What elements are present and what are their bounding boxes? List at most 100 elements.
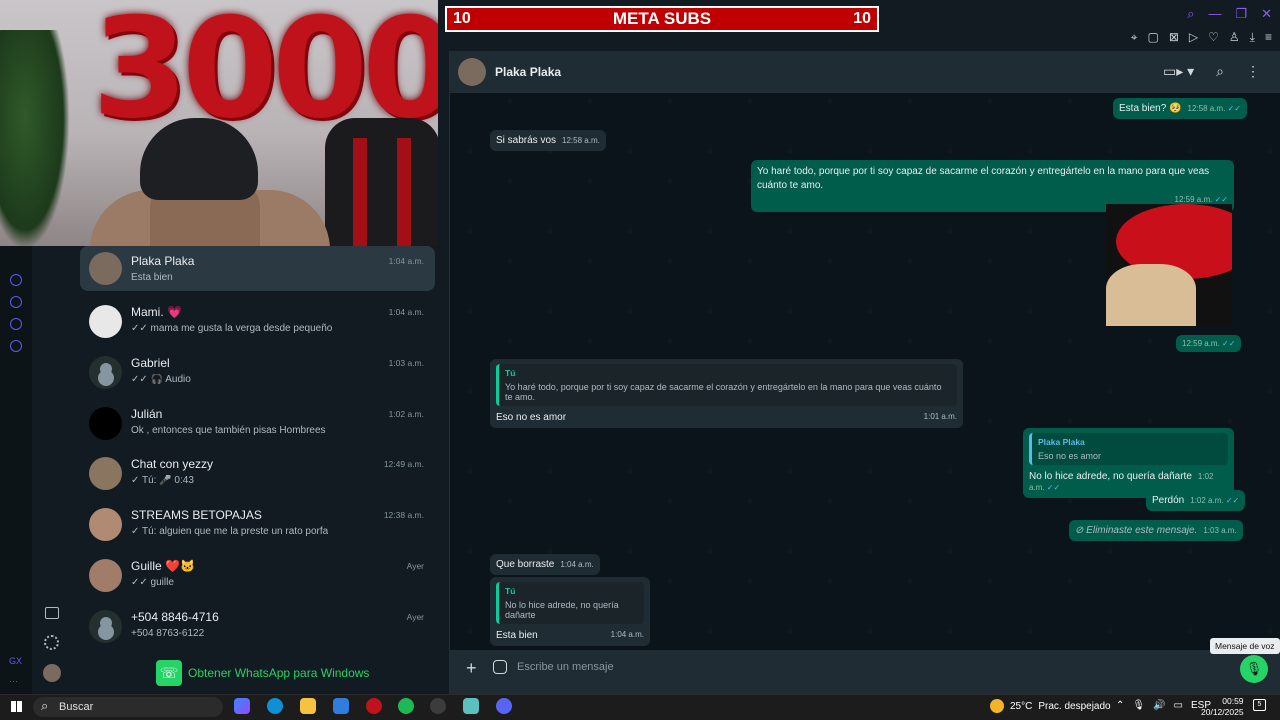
message-incoming[interactable]: Si sabrás vos 12:58 a.m. <box>490 130 606 151</box>
discord-icon[interactable] <box>496 698 512 714</box>
history-icon[interactable] <box>10 296 22 308</box>
avatar <box>89 406 122 440</box>
chat-last-message: ✓✓ 🎧 Audio <box>131 373 191 385</box>
screen: 3000 10 META SUBS 10 ⌕ — ❐ ✕ ⌖ ▢ ⊠ ▷ ♡ ♙… <box>0 0 1280 720</box>
message-time: 1:02 a.m. <box>1190 496 1224 505</box>
read-ticks-icon: ✓✓ <box>1227 104 1241 113</box>
store-icon[interactable] <box>333 698 349 714</box>
chat-name: Guille ❤️🐱 <box>131 558 195 573</box>
banner-title: META SUBS <box>612 9 712 28</box>
quote-text: Eso no es amor <box>1038 451 1102 461</box>
chat-time: 1:03 a.m. <box>388 357 424 368</box>
microphone-icon[interactable]: 🎙 <box>1240 655 1268 683</box>
media-icon[interactable] <box>45 607 59 619</box>
heart-icon[interactable]: ♡ <box>1208 30 1219 45</box>
volume-icon[interactable]: 🔊 <box>1153 700 1165 711</box>
quoted-message[interactable]: Tú Yo haré todo, porque por ti soy capaz… <box>496 364 957 406</box>
sticker-image[interactable] <box>1106 204 1232 326</box>
network-icon[interactable]: ▭ <box>1174 700 1183 711</box>
message-time: 1:04 a.m. <box>610 630 644 639</box>
message-outgoing[interactable]: Esta bien? 🥺 12:58 a.m. ✓✓ <box>1113 98 1247 119</box>
chat-time: 12:49 a.m. <box>383 459 424 470</box>
windows-start-icon[interactable] <box>11 701 22 712</box>
close-icon[interactable]: ✕ <box>1261 6 1272 22</box>
message-input[interactable]: Escribe un mensaje <box>517 661 614 673</box>
chat-name: Julián <box>131 406 163 421</box>
chat-item-phone[interactable]: +504 8846-4716 Ayer +504 8763-6122 <box>80 602 435 653</box>
messenger-icon[interactable] <box>10 318 22 330</box>
minimize-icon[interactable]: — <box>1208 6 1221 22</box>
settings-gear-icon[interactable] <box>44 635 59 650</box>
message-incoming-reply[interactable]: Tú No lo hice adrede, no quería dañarte … <box>490 577 650 646</box>
message-text: Esta bien? 🥺 <box>1119 103 1182 114</box>
taskbar-search[interactable]: Buscar <box>33 696 223 717</box>
edge-icon[interactable] <box>267 698 283 714</box>
header-actions: ▭▸ ▾ ⌕ ⋮ <box>1163 63 1260 80</box>
quoted-message[interactable]: Tú No lo hice adrede, no quería dañarte <box>496 582 644 624</box>
more-icon[interactable]: ··· <box>9 676 18 686</box>
message-outgoing-reply[interactable]: Plaka Plaka Eso no es amor No lo hice ad… <box>1023 428 1234 498</box>
chat-item-julian[interactable]: Julián 1:02 a.m. Ok , entonces que tambi… <box>80 399 435 450</box>
weather-widget[interactable]: 25°C Prac. despejado <box>990 699 1111 713</box>
quote-author: Plaka Plaka <box>1038 437 1085 447</box>
copilot-icon[interactable] <box>234 698 250 714</box>
profile-avatar[interactable] <box>43 664 61 682</box>
message-incoming-reply[interactable]: Tú Yo haré todo, porque por ti soy capaz… <box>490 359 963 428</box>
clock[interactable]: 00:59 20/12/2025 <box>1201 696 1244 718</box>
notification-icon[interactable]: 5 <box>1253 699 1266 711</box>
player-icon[interactable] <box>10 274 22 286</box>
chat-item-guille[interactable]: Guille ❤️🐱 Ayer ✓✓ guille <box>80 551 435 602</box>
banner-left-count: 10 <box>453 10 471 27</box>
account-icon[interactable]: ♙ <box>1229 30 1240 45</box>
message-incoming[interactable]: Que borraste 1:04 a.m. <box>490 554 600 575</box>
opera-gx-icon[interactable] <box>366 698 382 714</box>
more-options-icon[interactable]: ⋮ <box>1246 63 1260 80</box>
obs-icon[interactable] <box>430 698 446 714</box>
contact-name[interactable]: Plaka Plaka <box>495 65 561 79</box>
video-call-icon[interactable]: ▭▸ ▾ <box>1163 63 1194 80</box>
chat-name: Mami. 💗 <box>131 305 182 319</box>
whatsapp-logo-icon: ☏ <box>156 660 182 686</box>
chat-item-plaka[interactable]: Plaka Plaka 1:04 a.m. Esta bien <box>80 246 435 291</box>
contact-avatar[interactable] <box>458 58 486 86</box>
message-outgoing[interactable]: Perdón 1:02 a.m. ✓✓ <box>1146 490 1246 511</box>
search-icon[interactable]: ⌕ <box>1187 6 1194 22</box>
quote-author: Tú <box>505 586 516 596</box>
message-time: 1:04 a.m. <box>560 560 594 569</box>
chat-item-gabriel[interactable]: Gabriel 1:03 a.m. ✓✓ 🎧 Audio <box>80 348 435 399</box>
block-icon[interactable]: ⊠ <box>1169 30 1179 45</box>
quoted-message[interactable]: Plaka Plaka Eso no es amor <box>1029 433 1228 465</box>
quote-text: Yo haré todo, porque por ti soy capaz de… <box>505 382 942 402</box>
chat-last-message: ✓ Tú: alguien que me la preste un rato p… <box>131 526 329 538</box>
chat-item-yezzy[interactable]: Chat con yezzy 12:49 a.m. ✓ Tú: 🎤 0:43 <box>80 449 435 500</box>
system-tray: ⌃ 🎙 🔊 ▭ ESP <box>1116 700 1211 711</box>
avatar <box>89 305 122 338</box>
get-whatsapp-link[interactable]: ☏ Obtener WhatsApp para Windows <box>156 660 369 686</box>
mic-tray-icon[interactable]: 🎙 <box>1132 700 1145 711</box>
message-text: Eliminaste este mensaje. <box>1086 525 1198 536</box>
weather-temp: 25°C <box>1010 700 1033 712</box>
chat-name: +504 8846-4716 <box>131 609 219 624</box>
chat-item-streams[interactable]: STREAMS BETOPAJAS 12:38 a.m. ✓ Tú: algui… <box>80 500 435 551</box>
chat-last-message: +504 8763-6122 <box>131 627 205 639</box>
chat-item-mami[interactable]: Mami. 💗 1:04 a.m. ✓✓ mama me gusta la ve… <box>80 297 435 348</box>
menu-icon[interactable]: ≡ <box>1265 30 1272 45</box>
file-explorer-icon[interactable] <box>300 698 316 714</box>
chevron-up-icon[interactable]: ⌃ <box>1116 700 1124 711</box>
settings-icon[interactable] <box>10 340 22 352</box>
app-icon[interactable] <box>463 698 479 714</box>
sticker-icon[interactable] <box>493 660 507 674</box>
download-icon[interactable]: ⤓ <box>1250 30 1255 45</box>
banner-right-count: 10 <box>853 10 871 27</box>
gx-icon[interactable]: GX <box>9 656 22 666</box>
spotify-icon[interactable] <box>398 698 414 714</box>
restore-icon[interactable]: ❐ <box>1235 6 1247 22</box>
search-icon[interactable]: ⌕ <box>1216 63 1224 80</box>
meta-subs-banner: 10 META SUBS 10 <box>445 6 879 32</box>
attach-plus-icon[interactable]: + <box>466 658 477 679</box>
pin-icon[interactable]: ⌖ <box>1131 30 1138 45</box>
screenshot-icon[interactable]: ▢ <box>1148 30 1159 45</box>
play-icon[interactable]: ▷ <box>1189 30 1198 45</box>
quote-text: No lo hice adrede, no quería dañarte <box>505 600 619 620</box>
message-deleted[interactable]: ⊘ Eliminaste este mensaje. 1:03 a.m. <box>1069 520 1243 541</box>
